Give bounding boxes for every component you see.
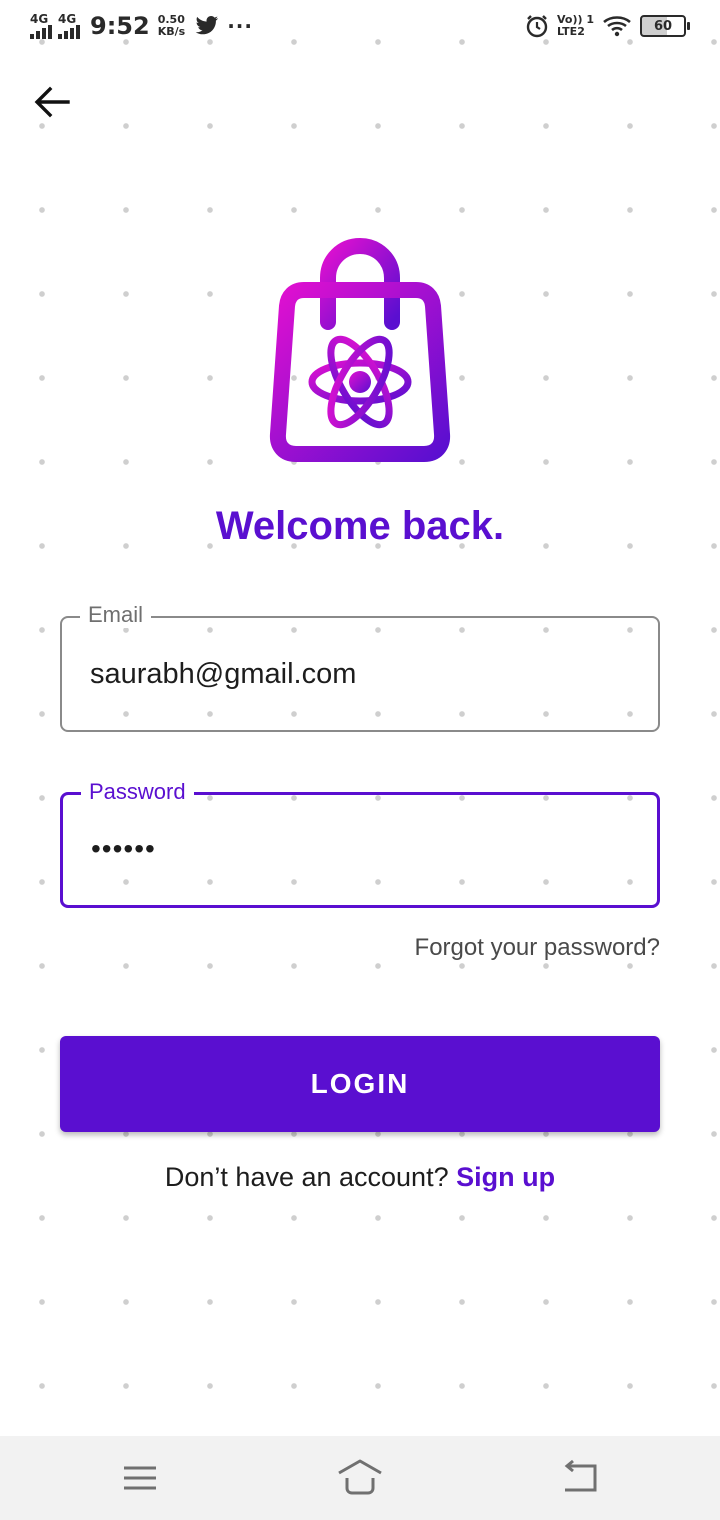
password-field-value: •••••• (91, 833, 156, 864)
battery-indicator: 60 (640, 15, 690, 37)
forgot-password-link[interactable]: Forgot your password? (415, 934, 660, 962)
signup-link[interactable]: Sign up (456, 1162, 555, 1192)
home-icon[interactable] (337, 1456, 383, 1500)
clock: 9:52 (90, 12, 150, 40)
email-field[interactable]: Email saurabh@gmail.com (60, 602, 660, 732)
menu-icon[interactable] (117, 1456, 163, 1500)
password-field[interactable]: Password •••••• (60, 779, 660, 908)
email-field-value: saurabh@gmail.com (90, 658, 357, 690)
status-bar-right: Vo)) 1 LTE2 60 (525, 14, 690, 38)
sim1-network-label: 4G (30, 12, 49, 26)
back-icon[interactable] (557, 1456, 603, 1500)
network-speed-unit: KB/s (157, 25, 186, 38)
email-field-label: Email (80, 602, 152, 628)
password-field-label: Password (81, 779, 194, 805)
alarm-icon (526, 15, 548, 38)
shopping-bag-react-atom-icon (269, 238, 451, 462)
arrow-left-icon[interactable] (30, 80, 74, 124)
volte-indicator: Vo)) 1 LTE2 (557, 14, 594, 38)
wifi-icon (603, 16, 631, 37)
status-bar-left: 4G 4G 9:52 0.50 KB/s ··· (30, 12, 253, 40)
network-speed: 0.50 KB/s (158, 14, 185, 38)
signup-row: Don’t have an account? Sign up (0, 1162, 720, 1193)
sim2-network-label: 4G (58, 12, 77, 26)
login-button[interactable]: LOGIN (60, 1036, 660, 1132)
twitter-icon (195, 16, 219, 35)
status-bar: 4G 4G 9:52 0.50 KB/s ··· Vo)) 1 LTE2 60 (0, 0, 720, 56)
signup-prompt: Don’t have an account? (164, 1162, 449, 1192)
system-nav-bar (0, 1436, 720, 1520)
volte-bottom-label: LTE2 (556, 25, 585, 38)
more-notifications-icon: ··· (227, 14, 253, 38)
signal-sim1-icon: 4G (30, 13, 52, 39)
page-title: Welcome back. (215, 504, 505, 548)
signal-sim2-icon: 4G (58, 13, 80, 39)
